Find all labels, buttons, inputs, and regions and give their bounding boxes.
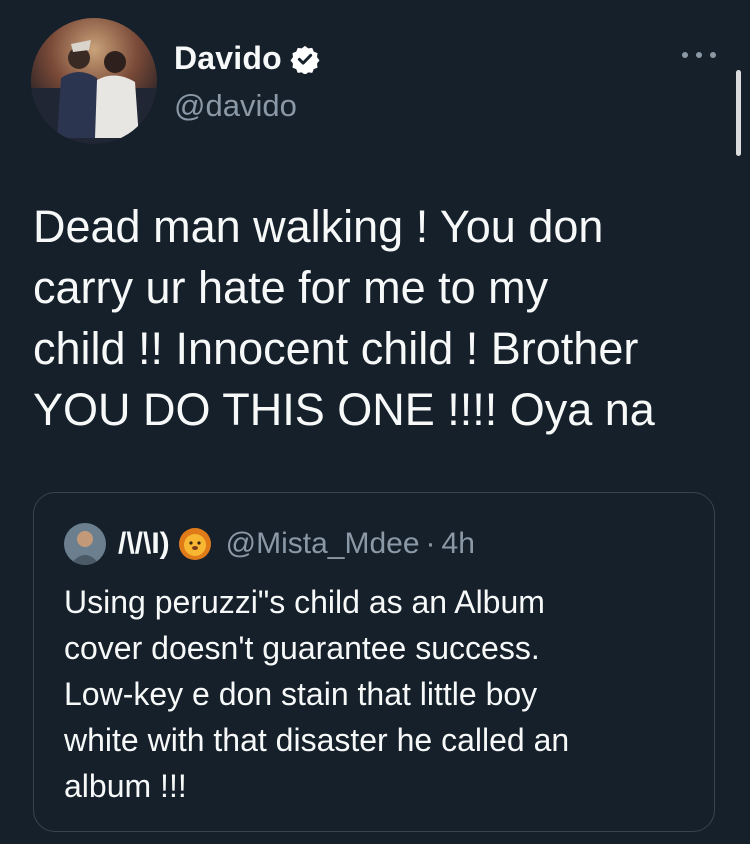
author-name[interactable]: Davido [174, 40, 282, 77]
quoted-line: album !!! [64, 768, 187, 804]
quoted-tweet-card[interactable]: /\/\I) @Mista_Mdee · 4h Using peruzzi"s … [33, 492, 715, 832]
separator-dot: · [425, 527, 436, 560]
tweet-line: child !! Innocent child ! Brother [33, 323, 639, 374]
quoted-author-handle: @Mista_Mdee [225, 527, 420, 560]
lion-face-emoji [178, 528, 211, 560]
quoted-line: cover doesn't guarantee success. [64, 630, 540, 666]
more-options-icon[interactable] [682, 48, 716, 62]
tweet-line: Dead man walking ! You don [33, 201, 604, 252]
quoted-timestamp: 4h [441, 527, 475, 560]
quoted-tweet-text: Using peruzzi"s child as an Album cover … [64, 579, 694, 809]
quoted-line: white with that disaster he called an [64, 722, 570, 758]
quoted-author-avatar [64, 523, 106, 565]
quoted-line: Using peruzzi"s child as an Album [64, 584, 545, 620]
quoted-author-name: /\/\I) [118, 527, 170, 560]
avatar-photo [31, 18, 157, 144]
tweet-text: Dead man walking ! You don carry ur hate… [33, 196, 723, 440]
verified-badge-icon [290, 45, 320, 74]
scrollbar[interactable] [736, 70, 741, 156]
tweet-line: YOU DO THIS ONE !!!! Oya na [33, 384, 655, 435]
author-avatar[interactable] [31, 18, 157, 144]
quoted-line: Low-key e don stain that little boy [64, 676, 538, 712]
tweet-line: carry ur hate for me to my [33, 262, 549, 313]
author-handle[interactable]: @davido [174, 88, 297, 124]
